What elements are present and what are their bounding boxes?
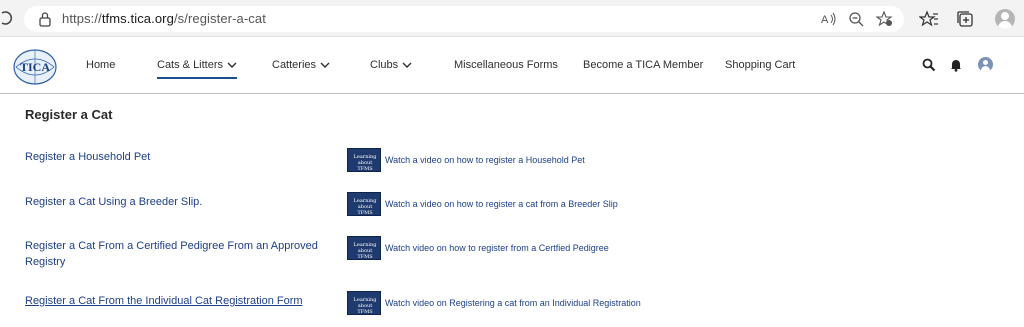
video-row-certified-pedigree[interactable]: Learning about TFMS Watch video on how t… [347,236,609,260]
url-text[interactable]: https://tfms.tica.org/s/register-a-cat [62,11,266,26]
logo-text: TICA [20,60,50,74]
chevron-down-icon [227,62,237,69]
video-thumb-text: Learning about TFMS [353,198,377,216]
reload-icon[interactable] [0,9,14,27]
nav-misc-forms[interactable]: Miscellaneous Forms [454,59,558,71]
search-icon[interactable] [922,58,936,72]
video-link-certified-pedigree[interactable]: Watch video on how to register from a Ce… [385,243,609,253]
collections-icon[interactable] [955,10,975,28]
chevron-down-icon [402,62,412,69]
nav-become-member[interactable]: Become a TICA Member [583,59,703,71]
chevron-down-icon [320,62,330,69]
tica-logo[interactable]: TICA [12,47,58,87]
page-title: Register a Cat [25,107,113,122]
url-host: tfms.tica.org [101,11,174,26]
nav-clubs-label: Clubs [370,59,399,71]
video-row-household-pet[interactable]: Learning about TFMS Watch a video on how… [347,148,585,172]
nav-catteries[interactable]: Catteries [272,59,330,71]
nav-misc-forms-label: Miscellaneous Forms [454,59,558,71]
video-thumbnail[interactable]: Learning about TFMS [347,291,381,315]
svg-text:A: A [821,14,829,26]
browser-toolbar: https://tfms.tica.org/s/register-a-cat A [0,0,1024,37]
video-thumbnail[interactable]: Learning about TFMS [347,236,381,260]
read-aloud-icon[interactable]: A [820,11,838,27]
nav-home[interactable]: Home [86,59,115,71]
nav-become-member-label: Become a TICA Member [583,59,704,71]
video-thumbnail[interactable]: Learning about TFMS [347,148,381,172]
video-link-household-pet[interactable]: Watch a video on how to register a House… [385,155,585,165]
nav-home-label: Home [86,59,116,71]
nav-cats-litters-label: Cats & Litters [157,59,224,71]
site-header: TICA Home Cats & Litters Catteries Clubs… [0,38,1024,94]
video-row-individual-form[interactable]: Learning about TFMS Watch video on Regis… [347,291,641,315]
video-link-individual-form[interactable]: Watch video on Registering a cat from an… [385,298,641,308]
favorite-star-icon[interactable] [876,11,894,27]
register-individual-form-link[interactable]: Register a Cat From the Individual Cat R… [25,293,325,309]
video-thumb-text: Learning about TFMS [353,297,377,315]
profile-icon[interactable] [995,9,1015,29]
video-link-breeder-slip[interactable]: Watch a video on how to register a cat f… [385,199,618,209]
video-thumb-text: Learning about TFMS [353,154,377,172]
zoom-out-icon[interactable] [848,11,866,27]
nav-clubs[interactable]: Clubs [370,59,412,71]
nav-catteries-label: Catteries [272,59,317,71]
nav-shopping-cart-label: Shopping Cart [725,59,796,71]
lock-icon[interactable] [38,11,52,27]
url-prefix: https:// [62,11,102,26]
video-thumb-text: Learning about TFMS [353,242,377,260]
video-thumbnail[interactable]: Learning about TFMS [347,192,381,216]
url-path: /s/register-a-cat [173,11,266,26]
nav-cats-litters[interactable]: Cats & Litters [157,59,238,79]
register-breeder-slip-link[interactable]: Register a Cat Using a Breeder Slip. [25,194,325,210]
video-row-breeder-slip[interactable]: Learning about TFMS Watch a video on how… [347,192,618,216]
nav-shopping-cart[interactable]: Shopping Cart [725,59,795,71]
favorites-icon[interactable] [919,10,939,28]
user-icon[interactable] [978,57,993,72]
address-bar[interactable]: https://tfms.tica.org/s/register-a-cat A [24,6,904,32]
register-household-pet-link[interactable]: Register a Household Pet [25,149,325,165]
bell-icon[interactable] [949,58,963,72]
register-certified-pedigree-link[interactable]: Register a Cat From a Certified Pedigree… [25,238,325,270]
